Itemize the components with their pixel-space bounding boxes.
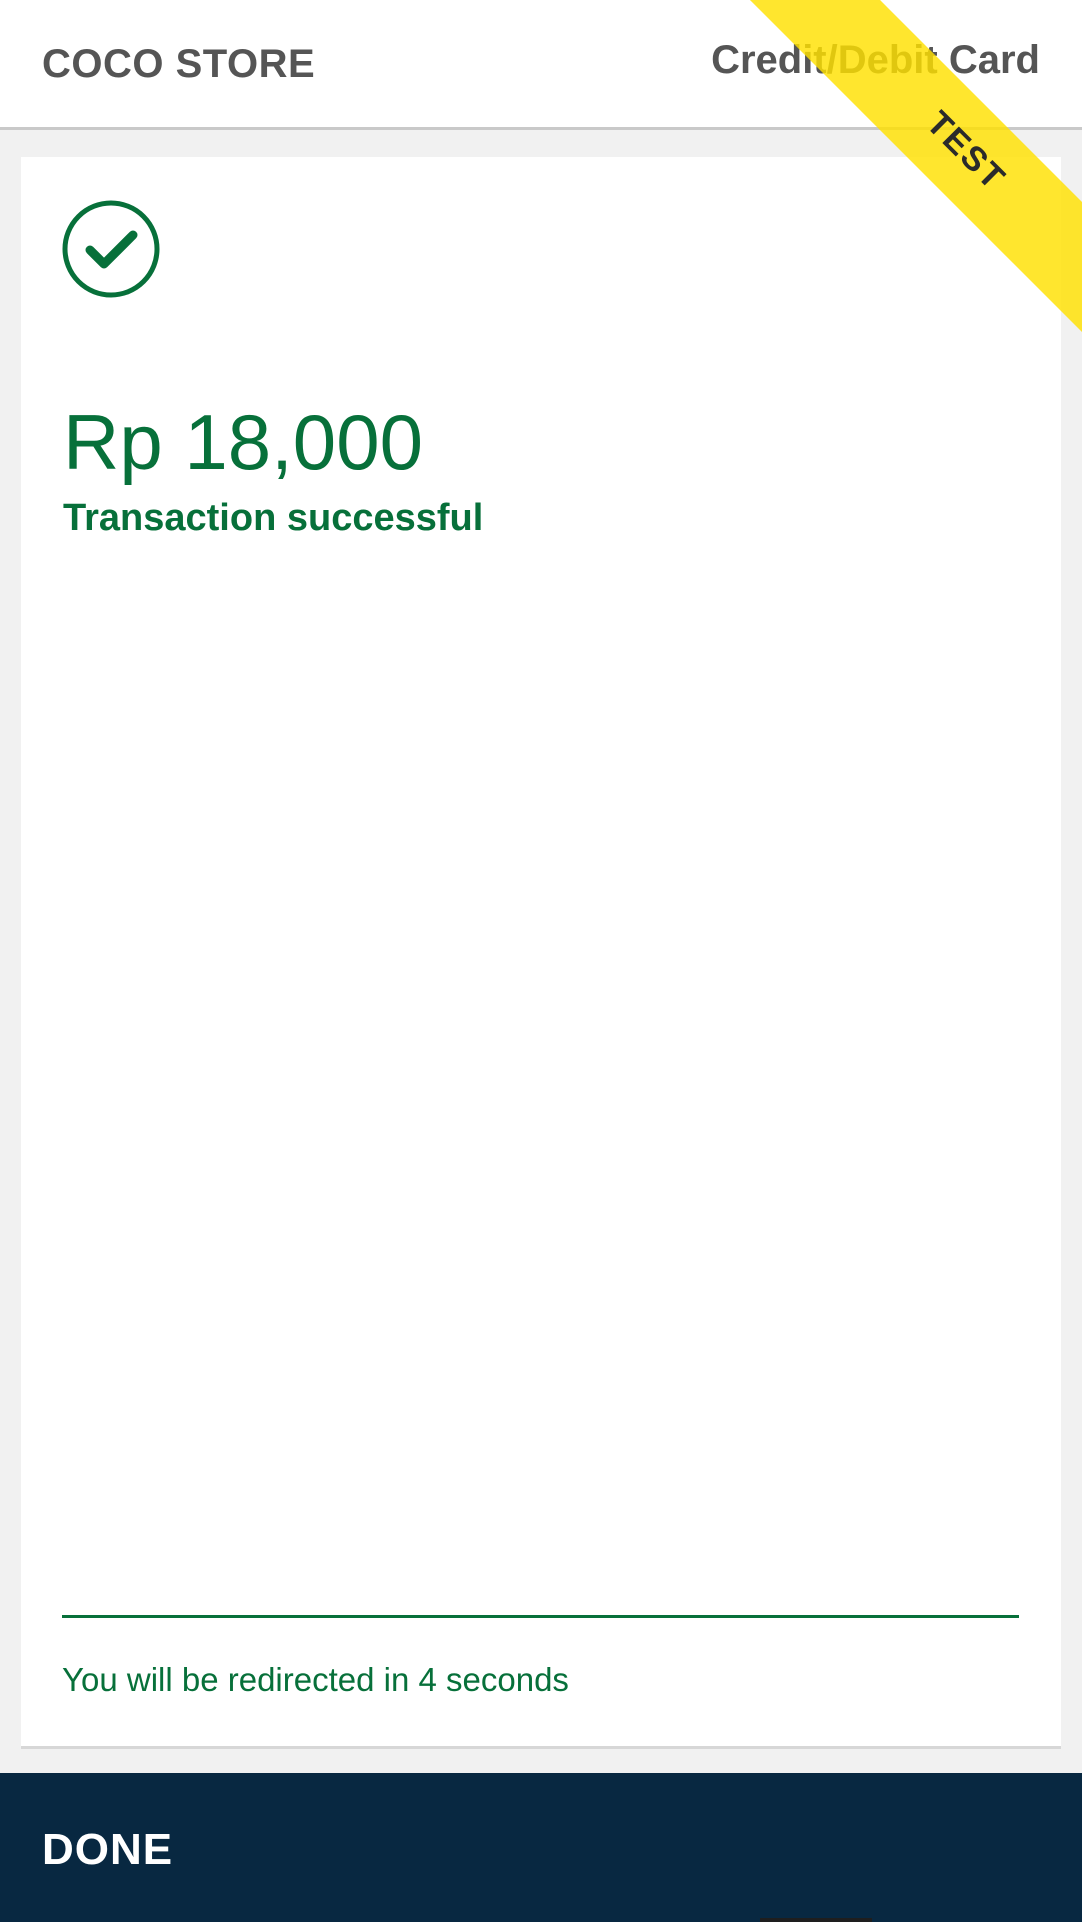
redirect-message: You will be redirected in 4 seconds <box>62 1661 569 1698</box>
header-bar: COCO STORE Credit/Debit Card <box>0 0 1082 130</box>
store-name: COCO STORE <box>42 42 316 86</box>
done-button-label: DONE <box>42 1825 174 1874</box>
transaction-result-card: Rp 18,000 Transaction successful You wil… <box>21 157 1061 1749</box>
done-button[interactable]: DONE <box>0 1773 1082 1922</box>
transaction-amount: Rp 18,000 <box>63 398 423 486</box>
divider <box>62 1615 1019 1618</box>
check-circle-icon <box>61 199 161 299</box>
transaction-status: Transaction successful <box>63 497 484 539</box>
payment-method-label: Credit/Debit Card <box>711 38 1040 82</box>
home-indicator <box>760 1918 872 1922</box>
